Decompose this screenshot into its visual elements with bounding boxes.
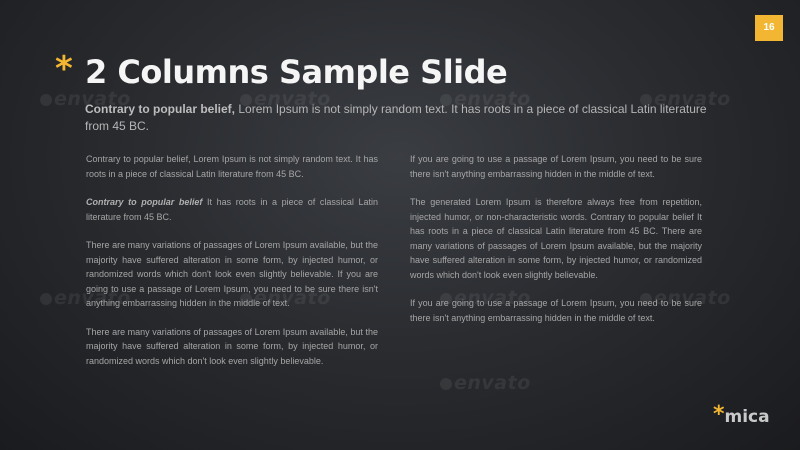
right-column: If you are going to use a passage of Lor… bbox=[410, 152, 702, 339]
logo-asterisk-icon: * bbox=[713, 402, 725, 427]
slide-title: 2 Columns Sample Slide bbox=[85, 53, 508, 91]
right-paragraph-3: If you are going to use a passage of Lor… bbox=[410, 298, 702, 323]
watermark-leaf-icon bbox=[40, 93, 52, 106]
left-paragraph-1: Contrary to popular belief, Lorem Ipsum … bbox=[86, 154, 378, 179]
title-asterisk-icon: * bbox=[55, 49, 73, 89]
watermark: envato bbox=[440, 372, 531, 394]
subtitle-bold: Contrary to popular belief, bbox=[85, 102, 236, 116]
page-number-badge: 16 bbox=[755, 15, 783, 41]
left-paragraph-2-emphasis: Contrary to popular belief bbox=[86, 197, 203, 207]
right-paragraph-2: The generated Lorem Ipsum is therefore a… bbox=[410, 197, 702, 280]
logo-text: mica bbox=[724, 407, 770, 427]
watermark-leaf-icon bbox=[440, 377, 452, 390]
slide: envato envato envato envato envato envat… bbox=[0, 0, 800, 450]
left-paragraph-3: There are many variations of passages of… bbox=[86, 240, 378, 308]
left-paragraph-2: Contrary to popular belief It has roots … bbox=[86, 195, 378, 224]
left-column: Contrary to popular belief, Lorem Ipsum … bbox=[86, 152, 378, 382]
mica-logo: *mica bbox=[713, 404, 770, 426]
right-paragraph-1: If you are going to use a passage of Lor… bbox=[410, 154, 702, 179]
watermark-leaf-icon bbox=[40, 292, 52, 305]
left-paragraph-4: There are many variations of passages of… bbox=[86, 326, 378, 366]
slide-subtitle: Contrary to popular belief, Lorem Ipsum … bbox=[85, 101, 725, 135]
